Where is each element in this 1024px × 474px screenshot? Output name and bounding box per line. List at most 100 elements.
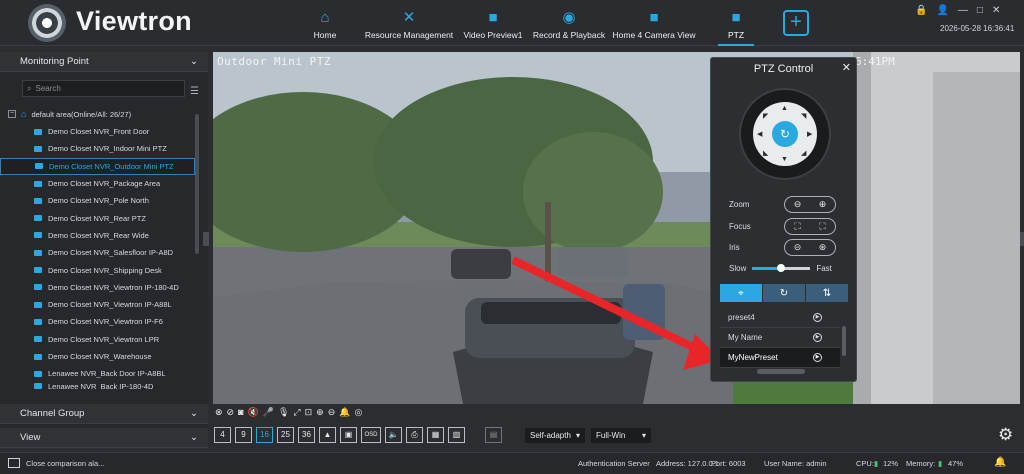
maximize-icon[interactable]: □ (977, 5, 983, 16)
layout-25-button[interactable]: 25 (277, 427, 294, 443)
tree-item[interactable]: Lenawee NVR_Back Door IP-A8BL (0, 365, 195, 382)
record-icon[interactable]: ⎙ (406, 427, 423, 443)
arrow-down-icon[interactable]: ▼ (781, 156, 788, 163)
tree-item[interactable]: Demo Closet NVR_Salesfloor IP-A8D (0, 244, 195, 261)
tree-item[interactable]: Demo Closet NVR_Viewtron IP-A88L (0, 296, 195, 313)
preset-hscrollbar[interactable] (757, 369, 805, 374)
tree-item[interactable]: Demo Closet NVR_Warehouse (0, 348, 195, 365)
nav-ptz[interactable]: ■ PTZ (718, 0, 754, 46)
no-record-icon[interactable]: ⊘ (227, 407, 235, 418)
preset-item[interactable]: My Name ▶ (720, 328, 840, 348)
snapshot-icon[interactable]: ◙ (238, 407, 243, 417)
preset-tab-icon[interactable]: ⌖ (720, 284, 763, 302)
tree-item[interactable]: Demo Closet NVR_Pole North (0, 192, 195, 209)
track-tab-icon[interactable]: ⇅ (806, 284, 849, 302)
add-tab-button[interactable]: + (783, 10, 809, 36)
fullscreen-icon[interactable]: ▣ (340, 427, 357, 443)
alarm-bell-icon[interactable]: 🔔 (994, 457, 1006, 468)
close-icon[interactable]: ✕ (842, 61, 851, 74)
zoom-in-icon[interactable]: ⊕ (316, 407, 324, 418)
nav-home[interactable]: ⌂ Home (306, 0, 344, 46)
arrow-up-icon[interactable]: ▲ (781, 105, 788, 112)
iris-open-icon[interactable]: ⊛ (819, 242, 827, 253)
tree-item[interactable]: Demo Closet NVR_Front Door (0, 123, 195, 140)
lock-icon[interactable]: 🔒 (915, 5, 927, 16)
zoom-area-icon[interactable]: ⊡ (305, 407, 313, 418)
focus-near-icon[interactable]: ⛶ (794, 221, 800, 232)
channel-group-section[interactable]: Channel Group ⌄ (0, 404, 208, 424)
arrow-down-left-icon[interactable]: ◣ (763, 149, 768, 157)
arrow-right-icon[interactable]: ▶ (807, 130, 812, 138)
speed-slider[interactable] (752, 264, 811, 272)
monitoring-point-header[interactable]: Monitoring Point ⌄ (0, 52, 208, 72)
message-icon[interactable] (8, 458, 20, 468)
tree-item-selected[interactable]: Demo Closet NVR_Outdoor Mini PTZ (0, 157, 195, 175)
layout-4-button[interactable]: 4 (214, 427, 231, 443)
sidebar-scrollbar[interactable] (195, 114, 199, 254)
tree-item[interactable]: Demo Closet NVR_Viewtron LPR (0, 331, 195, 348)
tree-item[interactable]: Demo Closet NVR_Viewtron IP-180-4D (0, 279, 195, 296)
arrow-up-right-icon[interactable]: ◥ (801, 112, 806, 120)
play-icon[interactable]: ▶ (813, 333, 822, 342)
arrow-up-left-icon[interactable]: ◤ (763, 112, 768, 120)
tree-root[interactable]: − ⌂ default area(Online/All: 26/27) (0, 109, 208, 119)
close-all-icon[interactable]: ▧ (448, 427, 465, 443)
tree-item[interactable]: Lenawee NVR_Back IP-180-4D (0, 382, 195, 390)
cruise-tab-icon[interactable]: ↻ (763, 284, 806, 302)
osd-button[interactable]: OSD (361, 427, 381, 443)
zoom-in-icon[interactable]: ⊕ (819, 199, 827, 210)
layout-custom-icon[interactable]: ▲ (319, 427, 336, 443)
tree-item[interactable]: Demo Closet NVR_Rear Wide (0, 227, 195, 244)
nav-record-playback[interactable]: ◉ Record & Playback (531, 0, 607, 46)
arrow-left-icon[interactable]: ◀ (757, 130, 762, 138)
talk-icon[interactable]: 🎙 (278, 407, 289, 418)
target-icon[interactable]: ◎ (354, 407, 362, 418)
minimize-icon[interactable]: — (958, 5, 968, 16)
fit-icon[interactable]: ⤢ (293, 407, 300, 418)
mute-icon[interactable]: 🔇 (248, 407, 259, 418)
tree-item[interactable]: Demo Closet NVR_Viewtron IP-F6 (0, 313, 195, 330)
layout-36-button[interactable]: 36 (298, 427, 315, 443)
list-menu-icon[interactable]: ☰ (190, 86, 199, 97)
preset-item[interactable]: preset4 ▶ (720, 308, 840, 328)
play-icon[interactable]: ▶ (813, 313, 822, 322)
video-pane[interactable]: Outdoor Mini PTZ 6:41PM (213, 52, 1020, 404)
grid-icon[interactable]: ▦ (427, 427, 444, 443)
preset-scrollbar[interactable] (842, 326, 846, 356)
play-icon[interactable]: ▶ (813, 353, 822, 362)
view-section[interactable]: View ⌄ (0, 428, 208, 448)
sidebar-collapse-handle[interactable] (203, 232, 209, 246)
system-icons: 🔒 👤 — □ ✕ (915, 5, 1000, 16)
layout-9-button[interactable]: 9 (235, 427, 252, 443)
tree-item[interactable]: Demo Closet NVR_Shipping Desk (0, 261, 195, 278)
speed-slider-knob[interactable] (777, 264, 786, 272)
collapse-icon[interactable]: − (8, 110, 16, 118)
layout-16-button[interactable]: 16 (256, 427, 273, 443)
user-icon[interactable]: 👤 (936, 5, 948, 16)
ptz-direction-dial[interactable]: ↻ ▲ ▼ ◀ ▶ ◤ ◥ ◣ ◢ (739, 88, 831, 180)
preset-item-selected[interactable]: MyNewPreset ▶ (720, 348, 840, 368)
tree-item[interactable]: Demo Closet NVR_Rear PTZ (0, 209, 195, 226)
close-icon[interactable]: ✕ (992, 5, 1000, 16)
gear-icon[interactable]: ⚙ (998, 425, 1013, 445)
tree-item[interactable]: Demo Closet NVR_Indoor Mini PTZ (0, 140, 195, 157)
stream-mode-select[interactable]: Self-adapth ▾ (525, 428, 585, 443)
arrow-down-right-icon[interactable]: ◢ (801, 149, 806, 157)
zoom-out-icon[interactable]: ⊖ (794, 199, 802, 210)
focus-far-icon[interactable]: ⛶ (819, 221, 825, 232)
search-input[interactable]: ⌕ Search (22, 80, 185, 97)
tree-item[interactable]: Demo Closet NVR_Package Area (0, 175, 195, 192)
auto-scan-icon[interactable]: ↻ (772, 121, 798, 147)
nav-video-preview1[interactable]: ■ Video Preview1 (462, 0, 524, 46)
nav-resource-management[interactable]: ✕ Resource Management (362, 0, 456, 46)
audio-icon[interactable]: 🔈 (385, 427, 402, 443)
mic-icon[interactable]: 🎤 (263, 407, 274, 418)
nav-home-4-camera-view[interactable]: ■ Home 4 Camera View (611, 0, 697, 46)
status-message[interactable]: Close comparison ala... (26, 459, 104, 468)
window-mode-select[interactable]: Full-Win ▾ (591, 428, 651, 443)
zoom-out-icon[interactable]: ⊖ (328, 407, 336, 418)
iris-close-icon[interactable]: ⊝ (794, 242, 802, 253)
camera-icon (34, 336, 42, 343)
close-stream-icon[interactable]: ⊗ (215, 407, 223, 418)
alarm-icon[interactable]: 🔔 (339, 407, 350, 418)
